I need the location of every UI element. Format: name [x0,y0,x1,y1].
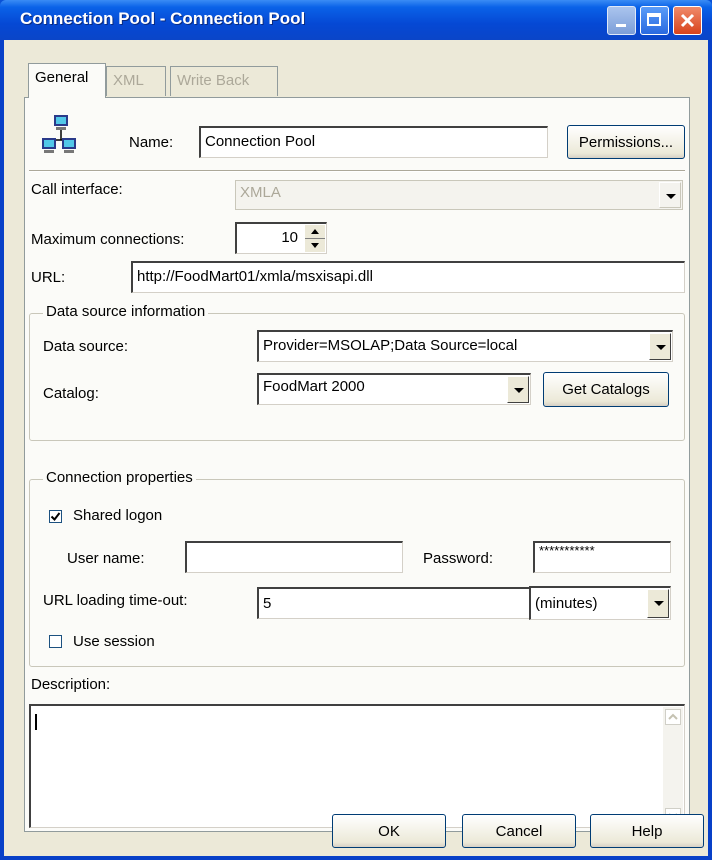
shared-logon-checkbox[interactable] [49,510,62,523]
url-label: URL: [31,269,66,286]
data-source-select[interactable]: Provider=MSOLAP;Data Source=local [257,330,673,362]
max-connections-spinner[interactable]: 10 [235,222,327,254]
close-icon[interactable] [673,6,702,35]
help-button[interactable]: Help [590,814,704,848]
cancel-button[interactable]: Cancel [462,814,576,848]
call-interface-label: Call interface: [31,181,123,198]
catalog-label: Catalog: [43,385,99,402]
spin-down-icon[interactable] [305,239,325,252]
url-field[interactable]: http://FoodMart01/xmla/msxisapi.dll [131,261,685,293]
chevron-down-icon [649,333,671,360]
call-interface-value: XMLA [240,184,281,201]
window-title: Connection Pool - Connection Pool [20,9,306,28]
use-session-label: Use session [73,633,155,650]
description-label: Description: [31,676,111,693]
spin-up-icon[interactable] [305,225,325,239]
password-label: Password: [423,550,494,567]
text-cursor [35,714,37,730]
shared-logon-label: Shared logon [73,507,163,524]
dialog-window: Connection Pool - Connection Pool XML Wr… [0,0,712,860]
ok-button[interactable]: OK [332,814,446,848]
chevron-down-icon [647,589,669,618]
password-field[interactable]: *********** [533,541,671,573]
user-name-field[interactable] [185,541,403,573]
call-interface-select[interactable]: XMLA [235,180,683,210]
max-connections-label: Maximum connections: [31,231,185,248]
name-label: Name: [129,134,174,151]
title-bar[interactable]: Connection Pool - Connection Pool [0,0,712,40]
catalog-select[interactable]: FoodMart 2000 [257,373,531,405]
use-session-checkbox[interactable] [49,635,62,648]
timeout-unit-select[interactable]: (minutes) [529,586,671,620]
timeout-unit-value: (minutes) [535,595,598,612]
permissions-button[interactable]: Permissions... [567,125,685,159]
minimize-icon[interactable] [607,6,636,35]
tab-xml[interactable]: XML [106,66,166,96]
name-field[interactable]: Connection Pool [199,126,548,158]
scroll-up-icon[interactable] [665,709,681,725]
catalog-value: FoodMart 2000 [263,378,365,395]
description-textarea[interactable] [29,704,685,828]
tab-write-back[interactable]: Write Back [170,66,278,96]
maximize-icon[interactable] [640,6,669,35]
connection-properties-group-title: Connection properties [43,469,196,486]
tab-general[interactable]: General [28,63,106,98]
url-timeout-field[interactable]: 5 [257,587,533,619]
get-catalogs-button[interactable]: Get Catalogs [543,372,669,407]
divider [29,170,685,172]
data-source-group-title: Data source information [43,303,209,320]
general-panel: Name: Connection Pool Permissions... Cal… [24,97,690,832]
url-timeout-label: URL loading time-out: [43,592,188,609]
user-name-label: User name: [67,550,145,567]
data-source-label: Data source: [43,338,129,355]
network-computers-icon [41,114,81,158]
checkmark-icon [50,512,61,522]
data-source-value: Provider=MSOLAP;Data Source=local [263,337,518,354]
dialog-client: XML Write Back General Name: Connection … [4,40,708,856]
chevron-down-icon [507,376,529,403]
description-scrollbar[interactable] [663,707,683,826]
max-connections-value: 10 [281,229,298,246]
